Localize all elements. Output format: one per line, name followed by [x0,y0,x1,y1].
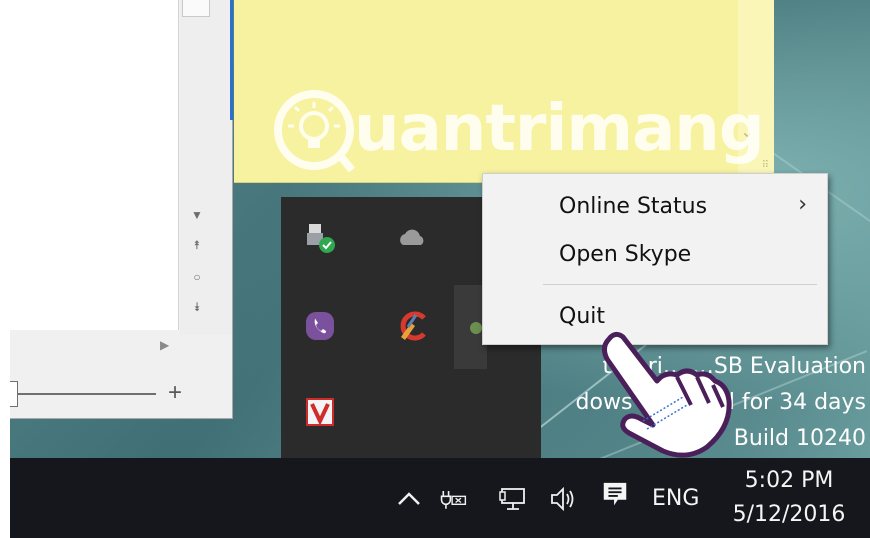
watermark-text: uantrimang [354,92,765,166]
power-battery-icon[interactable] [438,484,468,514]
menu-item-label: Online Status [559,194,708,219]
scroll-thumb[interactable] [182,0,210,17]
document-area[interactable] [10,0,179,330]
chevron-right-icon: › [798,192,807,217]
site-watermark: uantrimang [272,78,765,188]
safely-remove-hardware-icon[interactable] [303,221,337,255]
scroll-down-icon[interactable]: ▼ [186,206,208,224]
evaluation-line-3: Build 10240 [733,426,866,451]
app-window: ▼ ⯭ ○ ⯯ ▶ + [10,0,233,419]
select-browse-object-icon[interactable]: ○ [186,268,208,286]
menu-separator [543,284,817,285]
viber-icon[interactable] [303,309,337,343]
antivirus-v-icon[interactable] [303,395,337,429]
action-center-icon[interactable] [600,480,630,510]
zoom-in-icon[interactable]: + [168,379,182,407]
previous-page-icon[interactable]: ⯭ [186,236,208,254]
menu-item-label: Open Skype [559,242,692,267]
scroll-right-icon[interactable]: ▶ [160,338,169,352]
desktop: ▼ ⯭ ○ ⯯ ▶ + ⌄ ⠿ uantrimang terpri… …SB E… [10,0,870,538]
menu-item-online-status[interactable]: Online Status › [483,182,827,228]
volume-icon[interactable] [548,484,578,514]
clock-date: 5/12/2016 [732,502,846,527]
pointing-hand-cursor-icon [601,331,732,458]
onedrive-cloud-icon[interactable] [395,221,429,255]
menu-item-open-skype[interactable]: Open Skype [483,230,827,276]
window-accent-border [230,0,233,120]
next-page-icon[interactable]: ⯯ [186,298,208,316]
show-hidden-icons-chevron-icon[interactable] [394,484,424,514]
skype-tray-context-menu: Online Status › Open Skype Quit [482,173,828,345]
ccleaner-icon[interactable] [395,309,429,343]
network-icon[interactable] [498,484,528,514]
zoom-thumb[interactable] [10,381,18,407]
zoom-slider[interactable]: + [10,378,232,408]
input-language-indicator[interactable]: ENG [652,486,699,511]
zoom-track[interactable] [16,393,156,395]
lightbulb-logo-icon [274,90,356,172]
